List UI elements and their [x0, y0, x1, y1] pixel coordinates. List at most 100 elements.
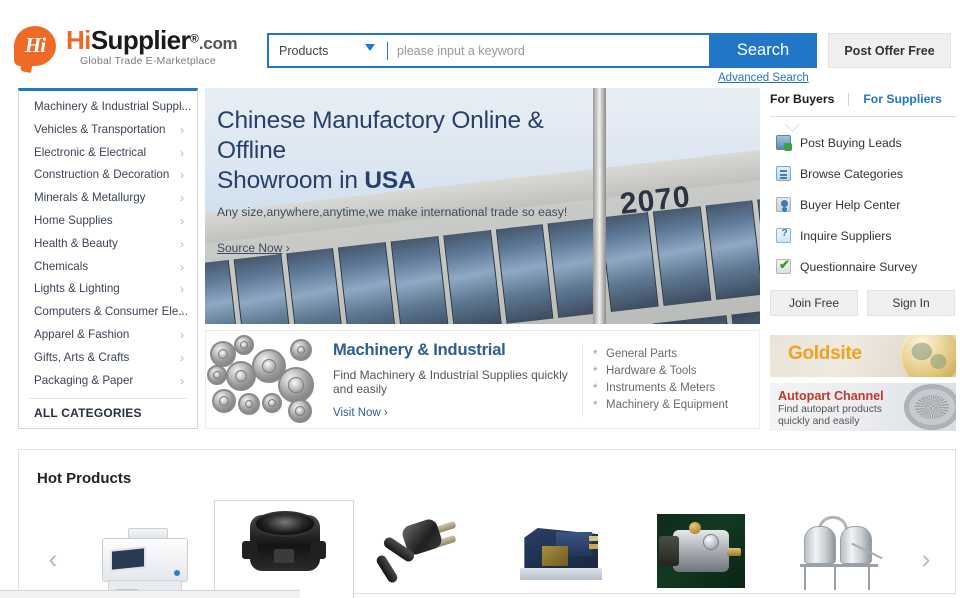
visit-now-link[interactable]: Visit Now ›: [333, 407, 576, 419]
inquire-suppliers-icon: [776, 228, 792, 243]
product-card-power-plug[interactable]: [354, 506, 493, 598]
logo-word-com: .com: [198, 34, 238, 53]
category-label: Chemicals: [34, 259, 89, 273]
sidebar-item-electronic[interactable]: Electronic & Electrical ›: [19, 142, 197, 165]
goldsite-ad-banner[interactable]: Goldsite: [770, 335, 956, 377]
banner-headline-line1: Chinese Manufactory Online & Offline: [217, 107, 544, 164]
buyer-help-center-link[interactable]: Buyer Help Center: [770, 189, 956, 220]
search-category-select-wrap[interactable]: Products Suppliers Buying Leads: [269, 35, 387, 66]
sidebar-item-minerals[interactable]: Minerals & Metallurgy ›: [19, 187, 197, 210]
autopart-ad-banner[interactable]: Autopart Channel Find autopart products …: [770, 383, 956, 431]
promo-sublink-instruments-meters[interactable]: Instruments & Meters: [589, 380, 753, 398]
site-header: Hi HiSupplier®.com Global Trade E-Market…: [0, 0, 970, 88]
chevron-right-icon: ›: [180, 259, 184, 274]
goldsite-ad-title: Goldsite: [788, 343, 862, 364]
sidebar-item-computers[interactable]: Computers & Consumer Ele... ›: [19, 301, 197, 324]
search-bar: Products Suppliers Buying Leads: [267, 33, 711, 68]
logo-word-hi: Hi: [66, 25, 91, 55]
sidebar-item-gifts-arts[interactable]: Gifts, Arts & Crafts ›: [19, 347, 197, 370]
site-logo[interactable]: Hi HiSupplier®.com Global Trade E-Market…: [14, 25, 254, 73]
product-card-blue-machine[interactable]: [493, 506, 632, 598]
promo-description: Find Machinery & Industrial Supplies qui…: [333, 367, 568, 396]
sidebar-item-apparel[interactable]: Apparel & Fashion ›: [19, 324, 197, 347]
hot-products-title: Hot Products: [37, 470, 132, 487]
banner-headline-usa: USA: [364, 167, 416, 194]
search-category-select[interactable]: Products Suppliers Buying Leads: [269, 35, 379, 66]
chevron-right-icon: ›: [180, 122, 184, 137]
hero-banner[interactable]: 2070 Chinese Manufactory Online & Offlin…: [205, 88, 760, 324]
browse-categories-link[interactable]: Browse Categories: [770, 158, 956, 189]
questionnaire-survey-link[interactable]: Questionnaire Survey: [770, 251, 956, 282]
category-nav: Machinery & Industrial Suppl... › Vehicl…: [18, 88, 198, 429]
bearing-shape: [290, 339, 312, 361]
panel-tabs: For Buyers For Suppliers: [770, 88, 956, 110]
category-label: Lights & Lighting: [34, 282, 120, 296]
laboratory-analyzer-image: [94, 506, 194, 596]
join-free-button[interactable]: Join Free: [770, 290, 858, 316]
tab-for-suppliers[interactable]: For Suppliers: [863, 92, 942, 106]
category-label: Vehicles & Transportation: [34, 122, 166, 136]
banner-headline-line2-pre: Showroom in: [217, 167, 365, 194]
promo-title[interactable]: Machinery & Industrial: [333, 341, 576, 360]
panel-link-label: Post Buying Leads: [800, 135, 902, 150]
sidebar-item-health-beauty[interactable]: Health & Beauty ›: [19, 233, 197, 256]
sidebar-item-construction[interactable]: Construction & Decoration ›: [19, 164, 197, 187]
product-card-hydraulic-pump[interactable]: [632, 506, 771, 598]
hydraulic-pump-image: [651, 506, 751, 596]
bearing-shape: [234, 335, 254, 355]
promo-sublink-list: General Parts Hardware & Tools Instrumen…: [589, 346, 759, 415]
tab-for-buyers[interactable]: For Buyers: [770, 92, 834, 106]
banner-window: [285, 247, 344, 324]
carousel-prev-button[interactable]: ‹: [42, 542, 64, 576]
promo-sublink-general-parts[interactable]: General Parts: [589, 346, 753, 364]
sign-in-button[interactable]: Sign In: [867, 290, 955, 316]
product-card-black-housing[interactable]: [213, 500, 355, 598]
sidebar-item-packaging-paper[interactable]: Packaging & Paper ›: [19, 370, 197, 393]
promo-vertical-divider: [582, 342, 583, 417]
chevron-right-icon: ›: [180, 145, 184, 160]
chevron-right-icon: ›: [180, 191, 184, 206]
sidebar-item-home-supplies[interactable]: Home Supplies ›: [19, 210, 197, 233]
source-now-link[interactable]: Source Now ›: [217, 241, 617, 255]
promo-sublink-hardware-tools[interactable]: Hardware & Tools: [589, 363, 753, 381]
page-root: Hi HiSupplier®.com Global Trade E-Market…: [0, 0, 970, 598]
sidebar-item-vehicles[interactable]: Vehicles & Transportation ›: [19, 119, 197, 142]
auto-part-image: [904, 384, 956, 430]
carousel-next-button[interactable]: ›: [915, 542, 937, 576]
chevron-right-icon: ›: [180, 213, 184, 228]
post-buying-leads-link[interactable]: Post Buying Leads: [770, 127, 956, 158]
banner-window: [652, 206, 711, 306]
all-categories-link[interactable]: ALL CATEGORIES: [19, 406, 197, 420]
bearing-shape: [207, 365, 227, 385]
panel-tab-underline: [770, 116, 956, 117]
bearing-shape: [238, 393, 260, 415]
bearing-shape: [288, 399, 312, 423]
inquire-suppliers-link[interactable]: Inquire Suppliers: [770, 220, 956, 251]
category-label: Gifts, Arts & Crafts: [34, 350, 130, 364]
autopart-ad-title: Autopart Channel: [778, 389, 884, 403]
category-label: Electronic & Electrical: [34, 145, 147, 159]
promo-sublink-machinery-equipment[interactable]: Machinery & Equipment: [589, 397, 753, 415]
logo-tagline: Global Trade E-Marketplace: [80, 55, 216, 67]
panel-link-label: Questionnaire Survey: [800, 259, 918, 274]
buyer-supplier-panel: For Buyers For Suppliers Post Buying Lea…: [770, 88, 956, 324]
banner-window: [705, 200, 760, 300]
black-housing-component-image: [234, 501, 334, 591]
browse-categories-icon: [776, 166, 791, 181]
sidebar-item-machinery[interactable]: Machinery & Industrial Suppl... ›: [19, 96, 197, 119]
chevron-right-icon: ›: [180, 305, 184, 320]
category-label: Computers & Consumer Ele...: [34, 305, 188, 319]
post-offer-free-button[interactable]: Post Offer Free: [828, 33, 951, 68]
search-button[interactable]: Search: [709, 33, 817, 68]
product-card-analyzer[interactable]: [75, 506, 214, 598]
advanced-search-link[interactable]: Advanced Search: [718, 72, 809, 84]
auth-buttons: Join Free Sign In: [770, 290, 955, 316]
sidebar-item-lights-lighting[interactable]: Lights & Lighting ›: [19, 278, 197, 301]
product-card-steel-tanks[interactable]: [770, 506, 909, 598]
search-input[interactable]: [388, 35, 709, 66]
sidebar-item-chemicals[interactable]: Chemicals ›: [19, 256, 197, 279]
autopart-ad-description: Find autopart products quickly and easil…: [778, 404, 882, 427]
category-label: Minerals & Metallurgy: [34, 191, 146, 205]
category-label: Apparel & Fashion: [34, 327, 130, 341]
tab-divider: [848, 92, 850, 106]
